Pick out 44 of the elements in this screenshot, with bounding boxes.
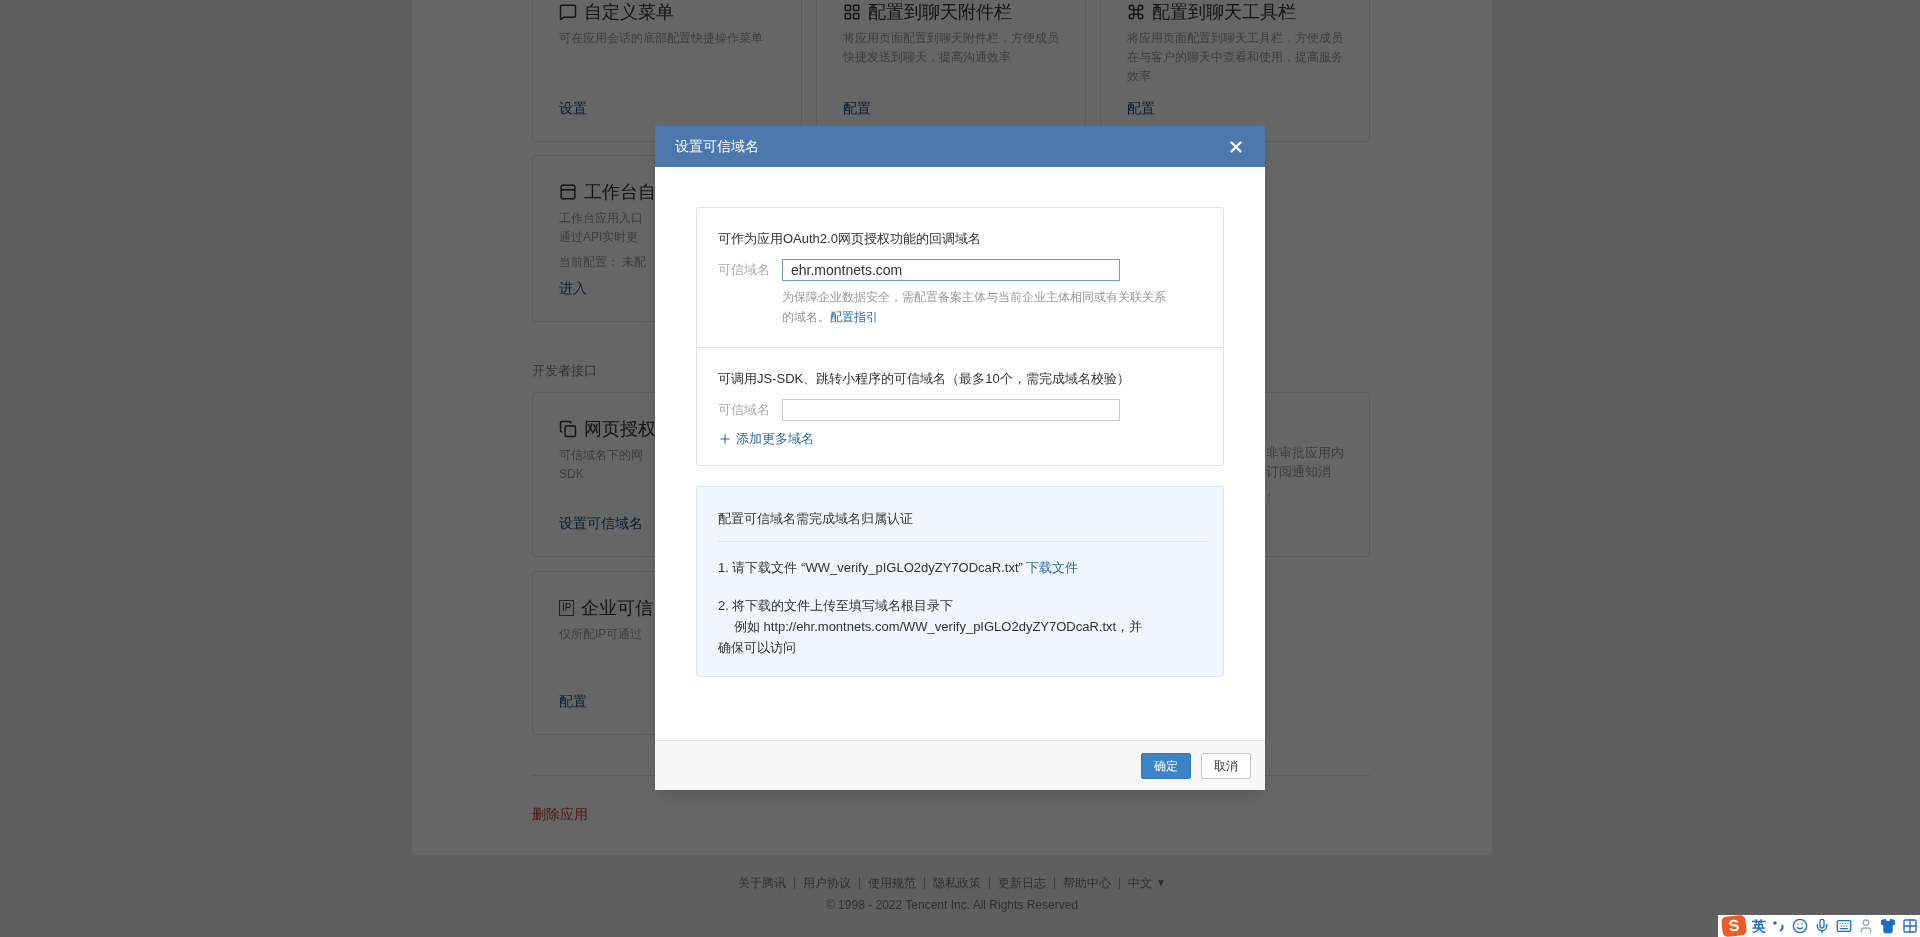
command-icon [1127, 3, 1145, 21]
grid-icon [843, 3, 861, 21]
confirm-button[interactable]: 确定 [1141, 752, 1191, 779]
card-title: 网页授权 [584, 418, 656, 440]
domain-input[interactable] [782, 399, 1120, 421]
card-action-link[interactable]: 进入 [559, 278, 587, 299]
copy-icon [559, 420, 577, 438]
card-action-link[interactable]: 设置可信域名 [559, 513, 643, 534]
microphone-icon[interactable] [1814, 918, 1830, 934]
card-action-link[interactable]: 设置 [559, 98, 587, 119]
domain-input[interactable]: ehr.montnets.com [782, 259, 1120, 281]
section-heading: 可作为应用OAuth2.0网页授权功能的回调域名 [718, 230, 982, 248]
card-title: 自定义菜单 [584, 1, 674, 23]
ime-logo[interactable]: S [1721, 914, 1747, 937]
verification-step: 1. 请下载文件 “WW_verify_pIGLO2dyZY7ODcaR.txt” 下载文件 [718, 557, 1202, 578]
add-domain-link[interactable]: 添加更多域名 [718, 429, 814, 449]
shirt-icon[interactable] [1880, 918, 1896, 934]
keyboard-icon[interactable] [1836, 918, 1852, 934]
card-title: 企业可信 [581, 597, 654, 619]
panel-icon [559, 183, 577, 201]
message-icon [559, 3, 577, 21]
ip-icon: IP [559, 600, 575, 616]
download-file-link[interactable]: 下载文件 [1026, 559, 1079, 575]
card-action-link[interactable]: 配置 [1127, 98, 1155, 119]
card-title: 配置到聊天附件栏 [868, 1, 1012, 23]
card-action-link[interactable]: 配置 [559, 691, 587, 712]
cancel-button[interactable]: 取消 [1201, 752, 1251, 779]
delete-app-link[interactable]: 删除应用 [532, 804, 588, 825]
punctuation-icon[interactable] [1772, 919, 1786, 933]
config-guide-link[interactable]: 配置指引 [830, 310, 878, 324]
verification-title: 配置可信域名需完成域名归属认证 [718, 509, 914, 528]
field-label: 可信域名 [718, 261, 771, 280]
card-action-link[interactable]: 配置 [843, 98, 871, 119]
emoji-icon[interactable] [1792, 918, 1808, 934]
grid-icon[interactable] [1902, 918, 1918, 934]
ime-mode[interactable]: 英 [1752, 915, 1766, 937]
plus-icon [718, 431, 732, 446]
card-title: 工作台自 [584, 181, 656, 203]
card-title: 配置到聊天工具栏 [1152, 1, 1296, 23]
section-heading: 可调用JS-SDK、跳转小程序的可信域名（最多10个，需完成域名校验） [718, 370, 1131, 388]
field-hint: 为保障企业数据安全，需配置备案主体与当前企业主体相同或有关联关系 的域名。配置指引 [782, 289, 1167, 326]
verification-step: 2. 将下载的文件上传至填写域名根目录下 例如 http://ehr.montnets.com/WW_verify_pIGLO2dyZY7ODcaR.txt，并 确保可以访问 [718, 594, 1202, 658]
dialog-title: 设置可信域名 [675, 137, 759, 156]
field-label: 可信域名 [718, 401, 771, 420]
